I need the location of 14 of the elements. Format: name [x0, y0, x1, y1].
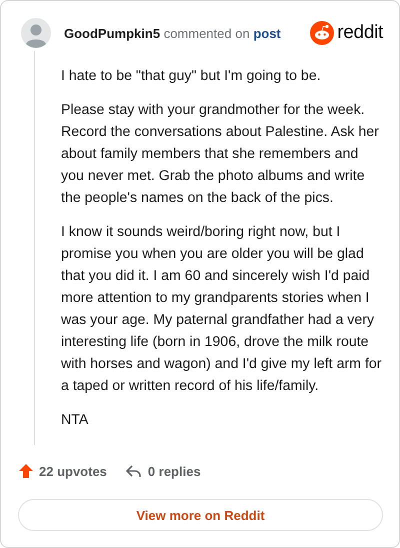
upvote-icon[interactable]	[18, 463, 34, 479]
reply-count: 0 replies	[148, 464, 201, 478]
alien-logo-icon	[310, 21, 334, 45]
brand-name: reddit	[337, 22, 383, 44]
comment-paragraph: I hate to be "that guy" but I'm going to be.	[61, 67, 322, 86]
view-more-button[interactable]: View more on Reddit	[18, 499, 383, 531]
reply-icon[interactable]	[124, 463, 143, 479]
post-link[interactable]: post	[253, 26, 281, 40]
comment-paragraph: NTA	[61, 411, 90, 430]
comment-attribution: GoodPumpkin5 commented on post	[64, 26, 282, 40]
upvote-count: 22 upvotes	[39, 464, 107, 478]
avatar-icon	[21, 18, 51, 48]
comment-paragraph: Please stay with your grandmother for the week. Record the conversations about Palestine. Ask her about family members that she remembers and you never met. Grab the photo albums and write the people's names on the back of the pics.	[61, 101, 380, 208]
comment-paragraph: I know it sounds weird/boring right now, but I promise you when you are older you will be glad that you did it. I am 60 and sincerely wish I'd paid more attention to my grandparents stories when I was your age. My paternal grandfather had a very interesting life (born in 1906, drove the milk route with horses and wagon) and I'd give my left arm for a taped or written record of his life/family.	[61, 223, 383, 396]
